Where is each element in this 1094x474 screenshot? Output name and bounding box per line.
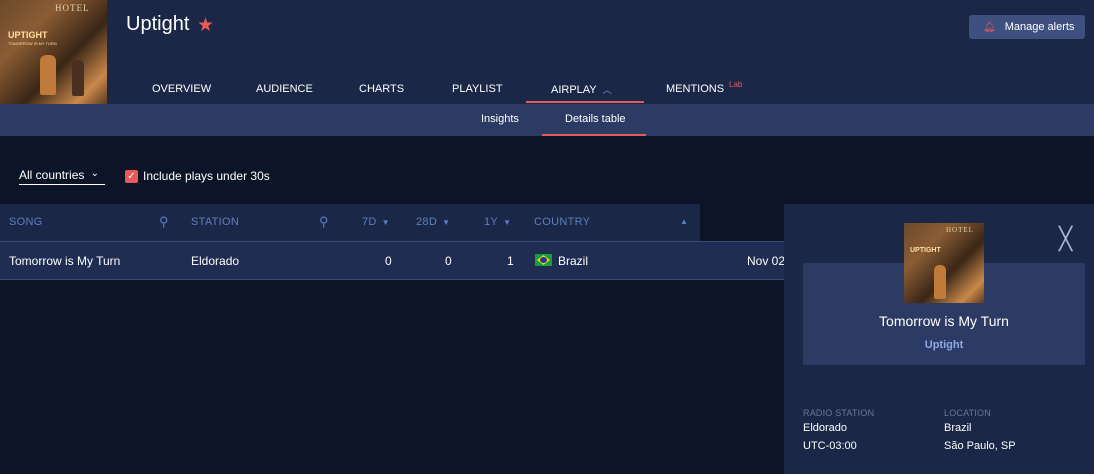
brazil-flag-icon <box>535 254 552 266</box>
chevron-down-icon: ⌄ <box>90 168 99 179</box>
artist-name: Uptight <box>126 13 190 35</box>
tab-charts[interactable]: CHARTS <box>359 83 404 95</box>
panel-artist-link[interactable]: Uptight <box>803 339 1085 351</box>
country-dropdown-value: All countries <box>19 168 85 182</box>
timezone-value: UTC-03:00 <box>803 440 857 452</box>
column-1y[interactable]: 1Y ▼ <box>484 216 511 228</box>
tab-airplay-label: AIRPLAY <box>551 84 597 96</box>
column-song[interactable]: SONG <box>9 216 43 228</box>
radio-station-value: Eldorado <box>803 422 848 434</box>
close-icon[interactable]: ╳ <box>1059 228 1072 250</box>
subtab-insights[interactable]: Insights <box>481 113 519 125</box>
column-1y-label: 1Y <box>484 216 499 228</box>
table-header-overflow <box>700 204 784 241</box>
cell-28d: 0 <box>445 254 452 268</box>
location-city: São Paulo, SP <box>944 440 1016 452</box>
artist-cover-image[interactable]: HOTEL UPTIGHT TOMORROW IS MY TURN <box>0 0 107 104</box>
column-7d-label: 7D <box>362 216 377 228</box>
manage-alerts-button[interactable]: 🔔︎ Manage alerts <box>969 15 1085 39</box>
column-7d[interactable]: 7D ▼ <box>362 216 390 228</box>
location-country: Brazil <box>944 422 972 434</box>
column-station[interactable]: STATION <box>191 216 239 228</box>
cover-title-text: UPTIGHT <box>910 247 941 254</box>
station-search-icon[interactable]: ⚲ <box>319 214 329 230</box>
location-label: LOCATION <box>944 408 991 418</box>
country-dropdown[interactable]: All countries ⌄ <box>19 168 105 185</box>
cover-title-text: UPTIGHT <box>8 30 48 40</box>
cover-figure-2 <box>72 60 84 96</box>
sort-up-icon[interactable]: ▲ <box>680 217 688 226</box>
include-short-plays-label: Include plays under 30s <box>143 169 270 183</box>
radio-station-label: RADIO STATION <box>803 408 875 418</box>
cell-1y: 1 <box>507 254 514 268</box>
bell-icon: 🔔︎ <box>983 21 996 33</box>
sort-down-icon: ▼ <box>503 218 512 227</box>
column-28d[interactable]: 28D ▼ <box>416 216 450 228</box>
cover-hotel-text: HOTEL <box>55 3 90 13</box>
cover-hotel-text: HOTEL <box>946 226 974 234</box>
tab-mentions[interactable]: MENTIONS <box>666 83 724 95</box>
cell-date: Nov 02 <box>747 254 786 268</box>
cell-station: Eldorado <box>191 254 240 268</box>
panel-song-title: Tomorrow is My Turn <box>879 313 1009 329</box>
cell-country: Brazil <box>558 254 589 268</box>
tab-airplay[interactable]: AIRPLAY ︿ <box>551 83 612 96</box>
song-search-icon[interactable]: ⚲ <box>159 214 169 230</box>
cover-figure <box>934 265 946 299</box>
tab-audience[interactable]: AUDIENCE <box>256 83 313 95</box>
cover-figure <box>40 55 56 95</box>
active-subtab-indicator <box>542 134 646 136</box>
cell-7d: 0 <box>385 254 392 268</box>
sort-down-icon: ▼ <box>442 218 451 227</box>
favorite-star-icon[interactable]: ★ <box>197 14 214 37</box>
tab-overview[interactable]: OVERVIEW <box>152 83 211 95</box>
subtab-details-table[interactable]: Details table <box>565 113 626 125</box>
sort-down-icon: ▼ <box>381 218 390 227</box>
cover-subtitle-text: TOMORROW IS MY TURN <box>8 41 57 46</box>
cell-song: Tomorrow is My Turn <box>9 254 121 268</box>
chevron-up-icon: ︿ <box>602 85 612 95</box>
include-short-plays-checkbox[interactable]: ✓ <box>125 170 138 183</box>
table-header <box>0 204 700 241</box>
song-cover-image: HOTEL UPTIGHT <box>904 223 984 303</box>
column-28d-label: 28D <box>416 216 438 228</box>
lab-badge: Lab <box>729 80 743 89</box>
manage-alerts-label: Manage alerts <box>1004 21 1075 33</box>
column-country[interactable]: COUNTRY <box>534 216 590 228</box>
tab-playlist[interactable]: PLAYLIST <box>452 83 503 95</box>
active-tab-indicator <box>526 101 644 103</box>
sub-navigation: Insights Details table <box>0 104 1094 136</box>
